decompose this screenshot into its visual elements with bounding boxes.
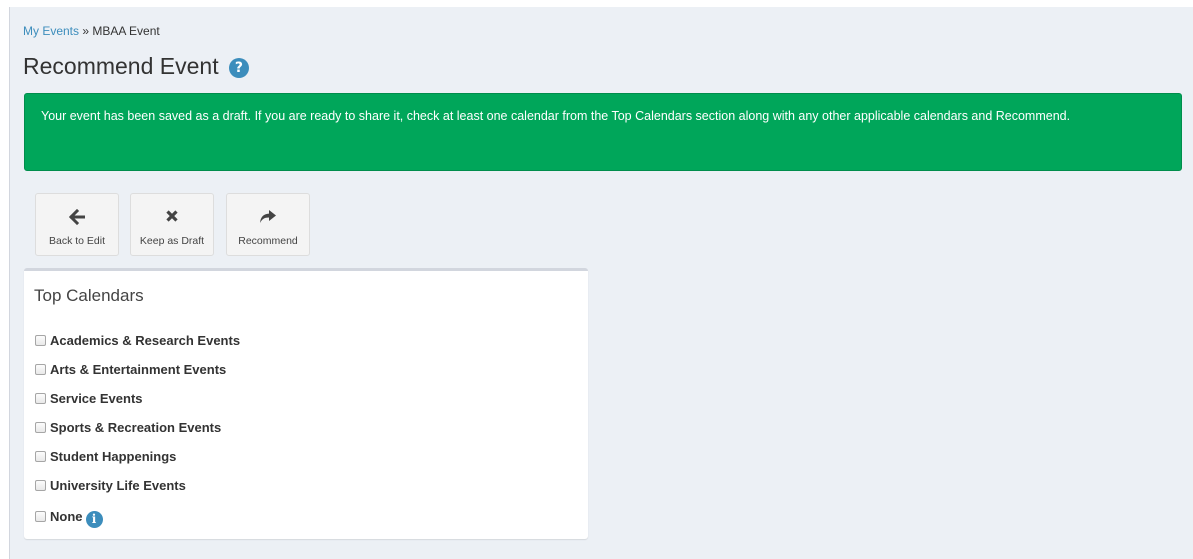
calendar-checkbox[interactable]: [35, 335, 46, 346]
page-title-row: Recommend Event ?: [23, 52, 249, 80]
info-circle-icon[interactable]: i: [85, 511, 103, 528]
keep-as-draft-button[interactable]: Keep as Draft: [130, 193, 214, 256]
calendar-item-arts-entertainment: Arts & Entertainment Events: [35, 360, 226, 380]
calendar-item-student-happenings: Student Happenings: [35, 447, 176, 467]
calendar-label: Service Events: [50, 391, 143, 406]
calendar-item-none: None i: [35, 507, 103, 528]
breadcrumb-current: MBAA Event: [92, 24, 160, 38]
calendar-checkbox[interactable]: [35, 480, 46, 491]
calendar-label: Academics & Research Events: [50, 333, 241, 348]
calendar-checkbox[interactable]: [35, 511, 46, 522]
top-calendars-panel: Top Calendars Academics & Research Event…: [24, 268, 588, 539]
breadcrumb: My Events » MBAA Event: [23, 24, 160, 38]
page-title: Recommend Event: [23, 53, 219, 79]
back-to-edit-label: Back to Edit: [48, 235, 106, 247]
calendar-label: None: [50, 509, 83, 524]
recommend-button[interactable]: Recommend: [226, 193, 310, 256]
calendar-item-university-life: University Life Events: [35, 476, 186, 496]
question-circle-icon[interactable]: ?: [228, 58, 249, 78]
calendar-label: University Life Events: [50, 478, 186, 493]
back-to-edit-button[interactable]: Back to Edit: [35, 193, 119, 256]
arrow-left-icon: [69, 209, 85, 225]
alert-message: Your event has been saved as a draft. If…: [41, 109, 1071, 123]
calendar-checkbox[interactable]: [35, 364, 46, 375]
content-wrapper: My Events » MBAA Event Recommend Event ?…: [9, 7, 1193, 559]
recommend-label: Recommend: [238, 235, 298, 247]
breadcrumb-my-events-link[interactable]: My Events: [23, 24, 79, 38]
calendar-label: Student Happenings: [50, 449, 177, 464]
keep-as-draft-label: Keep as Draft: [139, 235, 205, 247]
draft-saved-alert: Your event has been saved as a draft. If…: [24, 93, 1182, 171]
share-icon: [260, 210, 276, 223]
calendar-checkbox[interactable]: [35, 422, 46, 433]
calendar-label: Arts & Entertainment Events: [50, 362, 227, 377]
calendar-item-sports-recreation: Sports & Recreation Events: [35, 418, 221, 438]
calendar-item-service: Service Events: [35, 389, 143, 409]
calendar-checkbox[interactable]: [35, 393, 46, 404]
calendar-checkbox[interactable]: [35, 451, 46, 462]
times-icon: [166, 210, 178, 222]
top-calendars-title: Top Calendars: [34, 286, 144, 305]
calendar-label: Sports & Recreation Events: [50, 420, 222, 435]
calendar-item-academics-research: Academics & Research Events: [35, 331, 240, 351]
breadcrumb-separator: »: [79, 24, 93, 38]
